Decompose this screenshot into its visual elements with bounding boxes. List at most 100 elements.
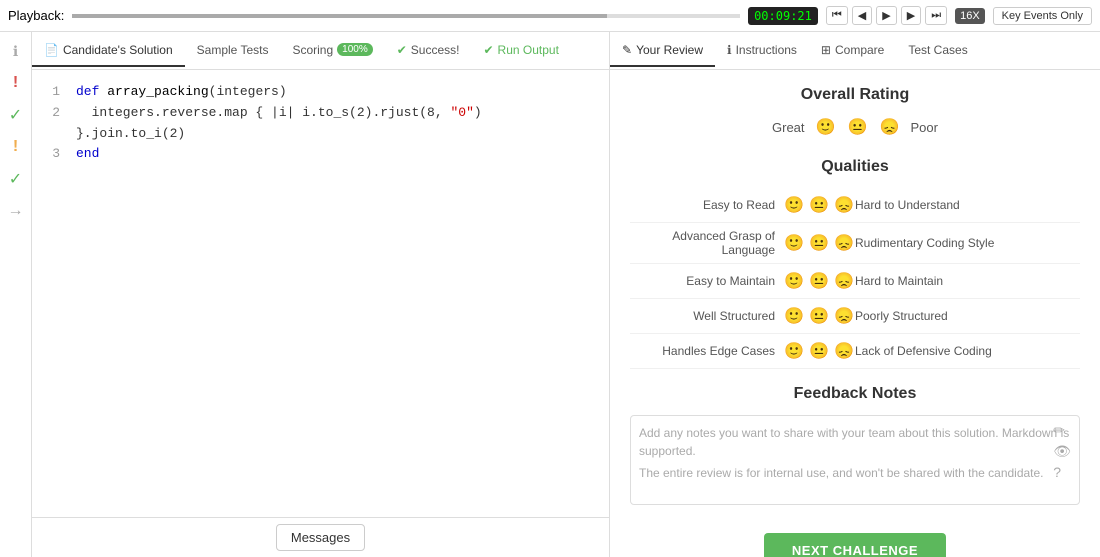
quality-right-3: Poorly Structured: [855, 309, 1080, 323]
quality-right-0: Hard to Understand: [855, 198, 1080, 212]
quality-left-0: Easy to Read 🙂 😐 😞: [630, 194, 855, 216]
tab-candidates-solution[interactable]: 📄 Candidate's Solution: [32, 35, 185, 67]
quality-happy-1[interactable]: 🙂: [783, 232, 805, 254]
time-badge: 00:09:21: [748, 7, 818, 25]
code-text-3: end: [76, 144, 99, 165]
test-cases-tab-label: Test Cases: [908, 43, 967, 57]
quality-left-1: Advanced Grasp of Language 🙂 😐 😞: [630, 229, 855, 257]
sidebar-icon-check[interactable]: ✓: [5, 104, 27, 126]
tab-success[interactable]: ✔ Success!: [385, 35, 472, 67]
quality-emojis-left-1: 🙂 😐 😞: [783, 232, 855, 254]
tab-icon-solution: 📄: [44, 43, 59, 57]
playback-label: Playback:: [8, 8, 64, 23]
instructions-tab-label: Instructions: [736, 43, 797, 57]
sidebar-icon-error[interactable]: !: [5, 72, 27, 94]
code-text-2: integers.reverse.map { |i| i.to_s(2).rju…: [76, 103, 597, 145]
tab-scoring[interactable]: Scoring 100%: [280, 35, 384, 67]
tab-label-scoring: Scoring: [292, 43, 333, 57]
quality-neutral-0[interactable]: 😐: [808, 194, 830, 216]
next-challenge-container: NEXT CHALLENGE: [610, 521, 1100, 557]
right-panel: ✎ Your Review ℹ Instructions ⊞ Compare T…: [610, 32, 1100, 557]
review-tab-label: Your Review: [636, 43, 703, 57]
feedback-internal-note: The entire review is for internal use, a…: [639, 466, 1071, 480]
quality-right-label-2: Hard to Maintain: [855, 274, 995, 288]
sidebar-icon-warning[interactable]: !: [5, 136, 27, 158]
compare-tab-label: Compare: [835, 43, 884, 57]
quality-neutral-1[interactable]: 😐: [808, 232, 830, 254]
next-challenge-btn[interactable]: NEXT CHALLENGE: [764, 533, 946, 557]
run-icon: ✔: [483, 43, 493, 57]
quality-left-label-0: Easy to Read: [635, 198, 775, 212]
quality-left-2: Easy to Maintain 🙂 😐 😞: [630, 270, 855, 292]
overall-sad-btn[interactable]: 😞: [879, 116, 901, 138]
feedback-placeholder: Add any notes you want to share with you…: [639, 424, 1071, 460]
quality-left-label-1: Advanced Grasp of Language: [630, 229, 775, 257]
quality-right-label-1: Rudimentary Coding Style: [855, 236, 995, 250]
tab-test-cases[interactable]: Test Cases: [896, 35, 979, 67]
edit-icon[interactable]: ✏: [1053, 422, 1071, 439]
tab-run-output[interactable]: ✔ Run Output: [471, 35, 570, 67]
quality-happy-2[interactable]: 🙂: [783, 270, 805, 292]
quality-emojis-left-2: 🙂 😐 😞: [783, 270, 855, 292]
quality-happy-0[interactable]: 🙂: [783, 194, 805, 216]
play-btn[interactable]: ▶: [876, 6, 896, 25]
quality-sad-0[interactable]: 😞: [833, 194, 855, 216]
quality-right-label-4: Lack of Defensive Coding: [855, 344, 995, 358]
compare-tab-icon: ⊞: [821, 43, 831, 57]
overall-rating-section: Overall Rating Great 🙂 😐 😞 Poor: [630, 86, 1080, 138]
sidebar-icon-check2[interactable]: ✓: [5, 168, 27, 190]
quality-row-2: Easy to Maintain 🙂 😐 😞 Hard to Maintain: [630, 264, 1080, 299]
next-btn-ctrl[interactable]: ▶: [901, 6, 921, 25]
quality-right-1: Rudimentary Coding Style: [855, 236, 1080, 250]
overall-rating-row: Great 🙂 😐 😞 Poor: [630, 116, 1080, 138]
right-tabs: ✎ Your Review ℹ Instructions ⊞ Compare T…: [610, 32, 1100, 70]
quality-sad-3[interactable]: 😞: [833, 305, 855, 327]
quality-left-4: Handles Edge Cases 🙂 😐 😞: [630, 340, 855, 362]
code-editor: 1 def array_packing(integers) 2 integers…: [32, 70, 609, 517]
tab-your-review[interactable]: ✎ Your Review: [610, 35, 715, 67]
tab-sample-tests[interactable]: Sample Tests: [185, 35, 281, 67]
quality-emojis-left-4: 🙂 😐 😞: [783, 340, 855, 362]
quality-left-label-2: Easy to Maintain: [635, 274, 775, 288]
quality-emojis-left-0: 🙂 😐 😞: [783, 194, 855, 216]
quality-row-0: Easy to Read 🙂 😐 😞 Hard to Understand: [630, 188, 1080, 223]
overall-neutral-btn[interactable]: 😐: [847, 116, 869, 138]
quality-neutral-4[interactable]: 😐: [808, 340, 830, 362]
sidebar-icon-info[interactable]: ℹ: [5, 40, 27, 62]
help-icon[interactable]: ?: [1053, 464, 1071, 480]
overall-happy-btn[interactable]: 🙂: [815, 116, 837, 138]
quality-sad-1[interactable]: 😞: [833, 232, 855, 254]
quality-left-3: Well Structured 🙂 😐 😞: [630, 305, 855, 327]
qualities-section: Qualities Easy to Read 🙂 😐 😞 Hard to Und…: [630, 158, 1080, 369]
playback-controls: ⏮ ◀ ▶ ▶ ⏭: [826, 6, 947, 25]
quality-neutral-2[interactable]: 😐: [808, 270, 830, 292]
feedback-box[interactable]: ✏ 👁 ? Add any notes you want to share wi…: [630, 415, 1080, 505]
quality-right-label-3: Poorly Structured: [855, 309, 995, 323]
tab-label-run: Run Output: [498, 43, 559, 57]
tab-compare[interactable]: ⊞ Compare: [809, 35, 896, 67]
quality-row-1: Advanced Grasp of Language 🙂 😐 😞 Rudimen…: [630, 223, 1080, 264]
sidebar-icon-arrow[interactable]: →: [5, 200, 27, 222]
skip-start-btn[interactable]: ⏮: [826, 6, 848, 25]
quality-sad-4[interactable]: 😞: [833, 340, 855, 362]
left-bottom-bar: Messages: [32, 517, 609, 557]
instructions-tab-icon: ℹ: [727, 43, 732, 57]
review-content: Overall Rating Great 🙂 😐 😞 Poor Qualitie…: [610, 70, 1100, 521]
skip-end-btn[interactable]: ⏭: [925, 6, 947, 25]
feedback-title: Feedback Notes: [630, 385, 1080, 403]
great-label: Great: [772, 120, 805, 135]
eye-icon[interactable]: 👁: [1053, 443, 1071, 460]
poor-label: Poor: [911, 120, 938, 135]
quality-neutral-3[interactable]: 😐: [808, 305, 830, 327]
prev-btn[interactable]: ◀: [852, 6, 872, 25]
sidebar: ℹ ! ✓ ! ✓ →: [0, 32, 32, 557]
playback-slider[interactable]: [72, 14, 740, 18]
quality-row-3: Well Structured 🙂 😐 😞 Poorly Structured: [630, 299, 1080, 334]
quality-sad-2[interactable]: 😞: [833, 270, 855, 292]
quality-happy-3[interactable]: 🙂: [783, 305, 805, 327]
messages-btn[interactable]: Messages: [276, 524, 365, 551]
key-events-btn[interactable]: Key Events Only: [993, 7, 1092, 25]
quality-happy-4[interactable]: 🙂: [783, 340, 805, 362]
tab-instructions[interactable]: ℹ Instructions: [715, 35, 809, 67]
tab-label-sample: Sample Tests: [197, 43, 269, 57]
